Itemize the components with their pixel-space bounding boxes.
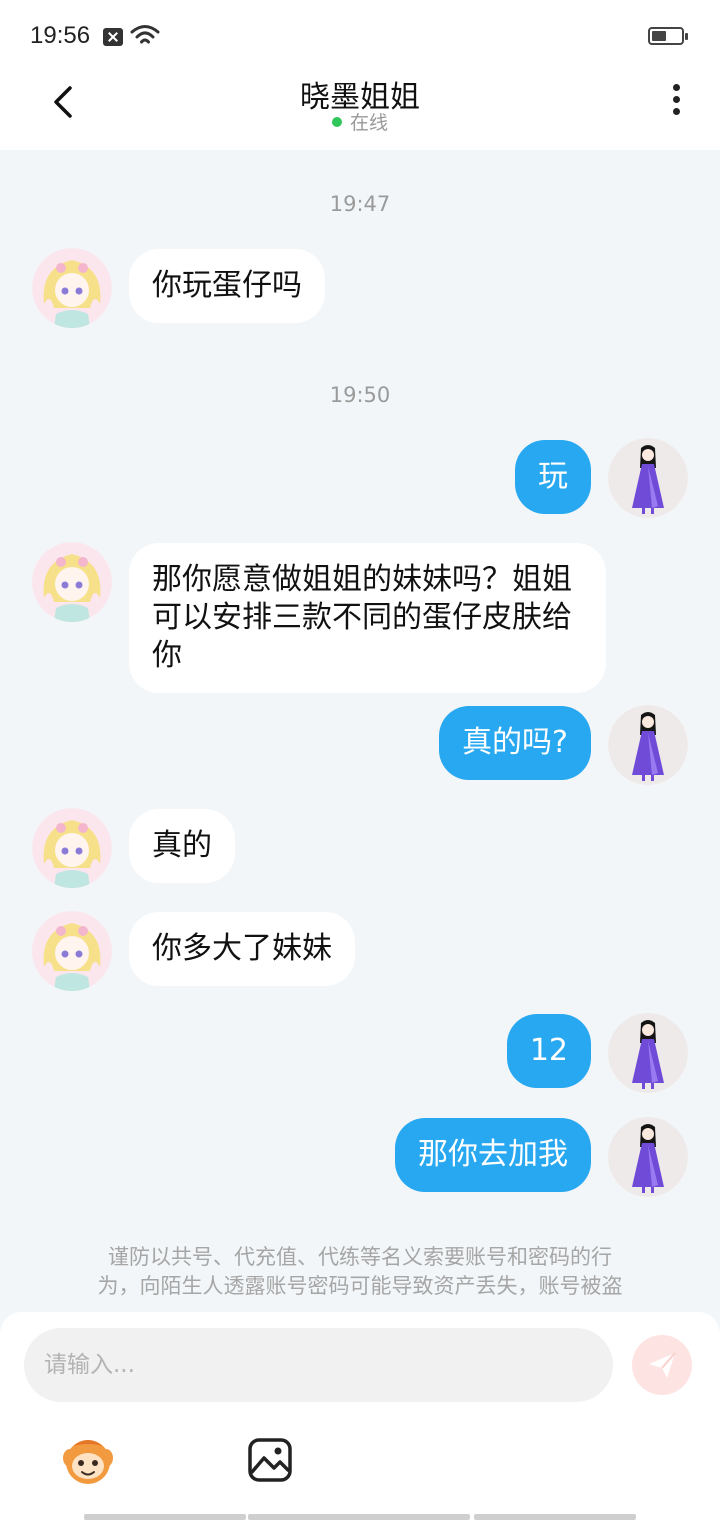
more-dot bbox=[672, 96, 680, 103]
emoji-button[interactable] bbox=[60, 1432, 116, 1488]
online-status-label: 在线 bbox=[349, 112, 388, 134]
incoming-message[interactable]: 真的 bbox=[129, 809, 235, 883]
incoming-message[interactable]: 你玩蛋仔吗 bbox=[129, 249, 325, 323]
paper-plane-icon bbox=[649, 1352, 676, 1378]
nav-indicator bbox=[248, 1514, 470, 1520]
emoji-mascot-icon bbox=[63, 1440, 113, 1484]
user-avatar-image bbox=[608, 705, 688, 785]
outgoing-message[interactable]: 那你去加我 bbox=[395, 1118, 591, 1192]
message-line: 那你愿意做姐姐的妹妹吗？姐姐 bbox=[152, 562, 572, 597]
timestamp: 19:47 bbox=[329, 192, 391, 216]
user-avatar[interactable] bbox=[608, 705, 688, 785]
contact-avatar-image bbox=[32, 808, 112, 888]
contact-avatar[interactable] bbox=[32, 911, 112, 991]
contact-avatar-image bbox=[32, 911, 112, 991]
outgoing-message[interactable]: 12 bbox=[506, 1014, 591, 1088]
contact-avatar[interactable] bbox=[32, 542, 112, 622]
status-time: 19:56 bbox=[30, 22, 91, 49]
contact-avatar[interactable] bbox=[32, 248, 112, 328]
timestamp: 19:50 bbox=[329, 383, 391, 407]
user-avatar[interactable] bbox=[608, 1013, 688, 1093]
outgoing-message[interactable]: 玩 bbox=[515, 440, 591, 514]
notice-line: 为，向陌生人透露账号密码可能导致资产丢失，账号被盗 bbox=[97, 1274, 623, 1298]
send-button[interactable] bbox=[632, 1335, 692, 1395]
message-line: 可以安排三款不同的蛋仔皮肤给 bbox=[152, 600, 572, 635]
online-dot-icon bbox=[331, 116, 342, 127]
user-avatar-image bbox=[608, 438, 688, 518]
nav-indicator bbox=[474, 1514, 636, 1520]
contact-avatar-image bbox=[32, 542, 112, 622]
nav-indicator bbox=[84, 1514, 246, 1520]
image-button[interactable] bbox=[246, 1436, 294, 1484]
notification-icon bbox=[103, 28, 123, 46]
safety-notice: 谨防以共号、代充值、代练等名义索要账号和密码的行 为，向陌生人透露账号密码可能导… bbox=[40, 1243, 680, 1301]
more-dot bbox=[672, 108, 680, 115]
user-avatar[interactable] bbox=[608, 438, 688, 518]
chat-header: 晓墨姐姐 在线 bbox=[0, 72, 720, 150]
composer-panel bbox=[0, 1312, 720, 1520]
user-avatar-image bbox=[608, 1117, 688, 1197]
message-input[interactable] bbox=[24, 1328, 613, 1402]
message-line: 你 bbox=[152, 638, 182, 673]
online-status: 在线 bbox=[0, 108, 720, 135]
user-avatar-image bbox=[608, 1013, 688, 1093]
battery-icon bbox=[648, 27, 688, 45]
incoming-message[interactable]: 那你愿意做姐姐的妹妹吗？姐姐 可以安排三款不同的蛋仔皮肤给 你 bbox=[129, 543, 606, 693]
outgoing-message[interactable]: 真的吗? bbox=[439, 706, 591, 780]
more-button[interactable] bbox=[662, 84, 690, 120]
status-bar: 19:56 bbox=[0, 0, 720, 72]
wifi-icon bbox=[130, 25, 160, 44]
user-avatar[interactable] bbox=[608, 1117, 688, 1197]
contact-avatar-image bbox=[32, 248, 112, 328]
notice-line: 谨防以共号、代充值、代练等名义索要账号和密码的行 bbox=[108, 1245, 612, 1269]
incoming-message[interactable]: 你多大了妹妹 bbox=[129, 912, 355, 986]
contact-avatar[interactable] bbox=[32, 808, 112, 888]
image-icon bbox=[248, 1438, 292, 1482]
more-vertical-icon bbox=[672, 84, 680, 91]
